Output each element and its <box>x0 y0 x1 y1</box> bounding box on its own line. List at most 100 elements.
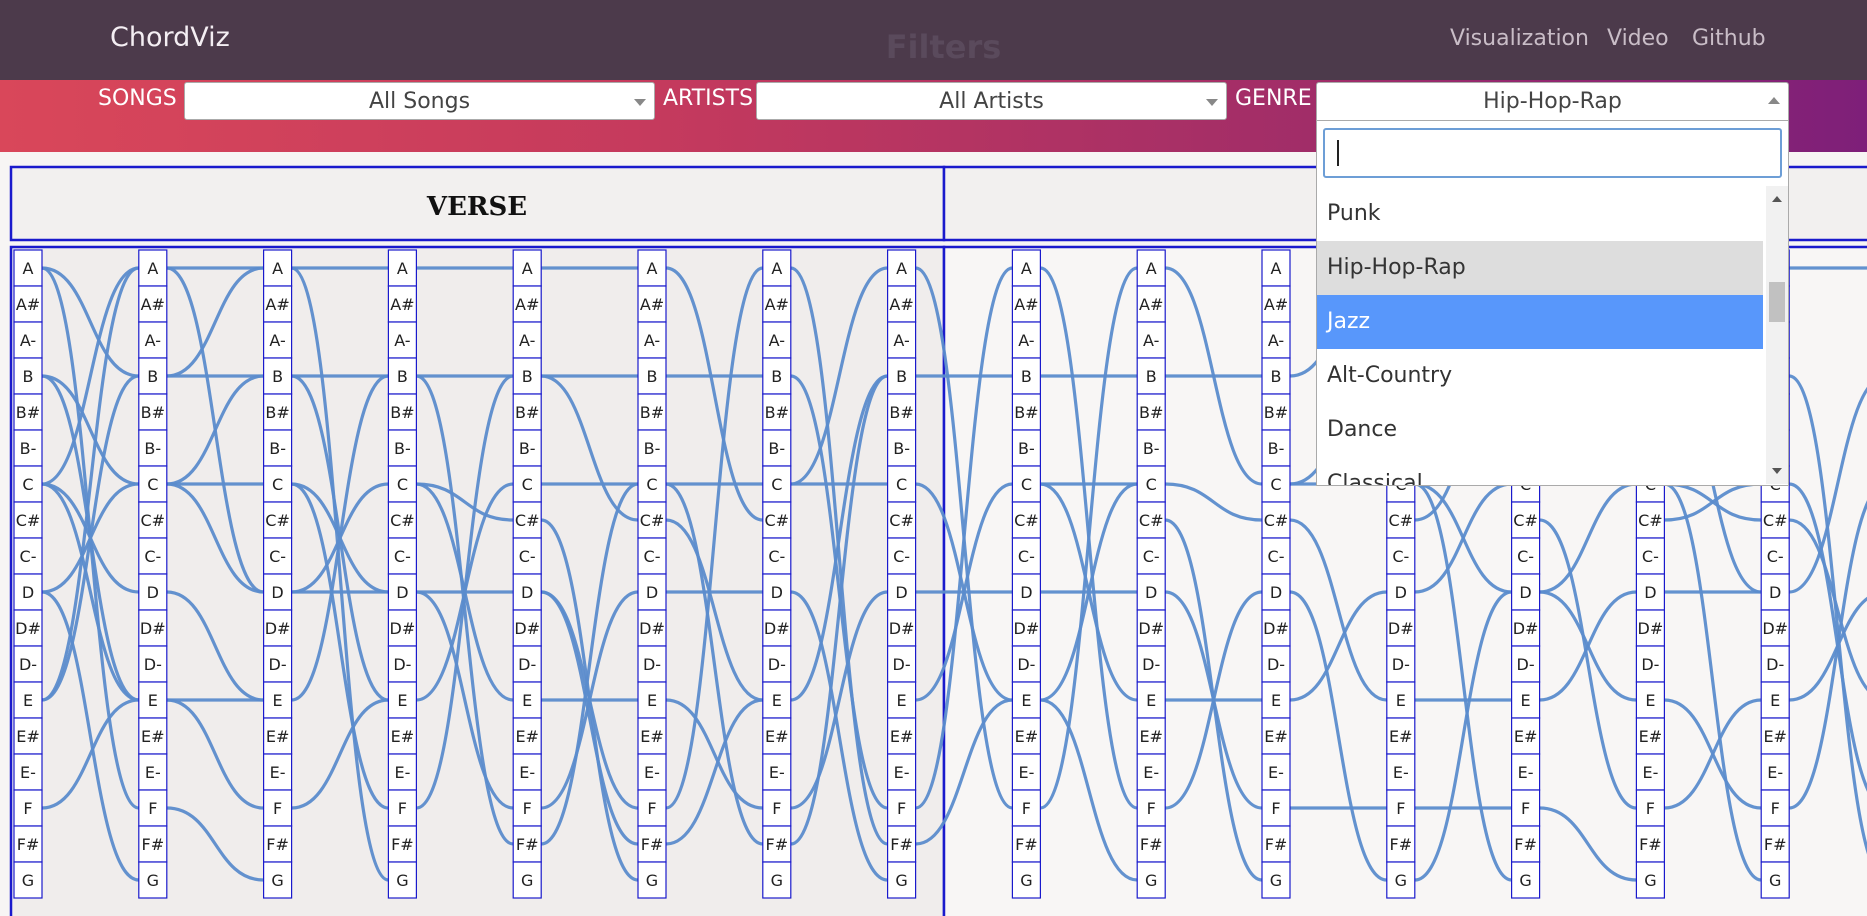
scroll-down-icon[interactable] <box>1772 468 1782 474</box>
chord-label: C <box>1021 475 1032 494</box>
chord-label: D- <box>269 655 287 674</box>
chord-label: F# <box>765 835 788 854</box>
chord-label: A- <box>20 331 36 350</box>
chord-label: A# <box>765 295 789 314</box>
chord-label: B <box>647 367 658 386</box>
chord-label: A <box>1271 259 1282 278</box>
chord-label: E- <box>20 763 36 782</box>
chord-label: F# <box>391 835 414 854</box>
nav-link-visualization[interactable]: Visualization <box>1450 26 1589 51</box>
chord-label: B- <box>144 439 161 458</box>
chord-label: F# <box>1265 835 1288 854</box>
chord-label: G <box>396 871 408 890</box>
chord-label: E- <box>1393 763 1409 782</box>
chord-label: A- <box>145 331 161 350</box>
chord-label: C# <box>1638 511 1663 530</box>
chord-label: A# <box>640 295 664 314</box>
chord-label: A- <box>394 331 410 350</box>
chord-label: D <box>22 583 34 602</box>
chord-label: F <box>1771 799 1780 818</box>
genre-option[interactable]: Punk <box>1317 187 1763 241</box>
genre-select[interactable]: Hip-Hop-Rap <box>1316 82 1789 122</box>
chord-label: B- <box>519 439 536 458</box>
chord-label: G <box>1270 871 1282 890</box>
chord-label: B# <box>765 403 789 422</box>
chord-label: E <box>647 691 657 710</box>
chord-label: A <box>23 259 34 278</box>
chord-column: A A# A- B B# B- C C# C- D D# D- E E# E- F F# G <box>263 249 293 899</box>
chord-label: G <box>1395 871 1407 890</box>
chord-label: E# <box>890 727 914 746</box>
chord-label: D <box>1145 583 1157 602</box>
chord-label: F <box>23 799 32 818</box>
chord-label: F <box>1147 799 1156 818</box>
chord-label: C# <box>390 511 415 530</box>
scrollbar-thumb[interactable] <box>1769 282 1785 322</box>
chord-label: F# <box>641 835 664 854</box>
chord-label: E <box>1521 691 1531 710</box>
chord-label: E# <box>1264 727 1288 746</box>
chord-column: A A# A- B B# B- C C# C- D D# D- E E# E- F F# G <box>886 249 917 899</box>
chord-label: B- <box>1018 439 1035 458</box>
scroll-up-icon[interactable] <box>1772 196 1782 202</box>
chord-label: G <box>646 871 658 890</box>
genre-search-input[interactable] <box>1323 128 1782 178</box>
chord-label: F <box>1022 799 1031 818</box>
chord-label: E- <box>894 763 910 782</box>
chord-label: F# <box>1514 835 1537 854</box>
chord-label: C# <box>1389 511 1414 530</box>
songs-select[interactable]: All Songs <box>184 82 655 120</box>
chord-label: G <box>1769 871 1781 890</box>
chord-label: E# <box>765 727 789 746</box>
chord-label: G <box>895 871 907 890</box>
chord-label: B# <box>1014 403 1038 422</box>
chord-column: A A# A- B B# B- C C# C- D D# D- E E# E- F F# G <box>1011 249 1042 899</box>
chord-label: B# <box>1139 403 1163 422</box>
chord-label: B# <box>515 403 539 422</box>
genre-option[interactable]: Jazz <box>1317 295 1763 349</box>
chord-label: C <box>522 475 533 494</box>
chord-label: F# <box>141 835 164 854</box>
genre-option[interactable]: Classical <box>1317 457 1763 485</box>
nav-link-github[interactable]: Github <box>1692 26 1766 51</box>
chord-column: A A# A- B B# B- C C# C- D D# D- E E# E- F F# G <box>512 249 542 899</box>
chord-label: D# <box>1762 619 1788 638</box>
chord-label: C# <box>1014 511 1039 530</box>
dropdown-scrollbar[interactable] <box>1766 186 1788 484</box>
genre-dropdown: Punk Hip-Hop-Rap Jazz Alt-Country Dance Class… <box>1316 120 1789 486</box>
chord-label: A# <box>889 295 913 314</box>
chord-label: D# <box>1513 619 1539 638</box>
chord-label: F <box>772 799 781 818</box>
chord-label: G <box>1644 871 1656 890</box>
chord-label: A <box>272 259 283 278</box>
chord-label: C- <box>1018 547 1035 566</box>
chord-label: B <box>1021 367 1032 386</box>
chord-label: A <box>397 259 408 278</box>
chord-label: B <box>272 367 283 386</box>
artists-select[interactable]: All Artists <box>756 82 1227 120</box>
chord-label: A <box>771 259 782 278</box>
chord-label: C# <box>265 511 290 530</box>
genre-option[interactable]: Dance <box>1317 403 1763 457</box>
chord-label: D# <box>1138 619 1164 638</box>
chord-column: A A# A- B B# B- C C# C- D D# D- E E# E- F F# G <box>387 249 417 899</box>
chord-label: D# <box>1388 619 1414 638</box>
genre-option[interactable]: Alt-Country <box>1317 349 1763 403</box>
nav-link-video[interactable]: Video <box>1607 26 1669 51</box>
genre-option[interactable]: Hip-Hop-Rap <box>1317 241 1763 295</box>
chord-label: E- <box>1518 763 1534 782</box>
chord-label: D <box>1519 583 1531 602</box>
chord-label: G <box>147 871 159 890</box>
chord-label: D <box>646 583 658 602</box>
chord-label: A# <box>16 295 40 314</box>
chord-label: C- <box>1392 547 1409 566</box>
genre-label: GENRE <box>1235 86 1312 111</box>
chord-label: C <box>397 475 408 494</box>
chord-label: D- <box>1641 655 1659 674</box>
chord-label: C# <box>16 511 41 530</box>
chord-label: E- <box>1642 763 1658 782</box>
chord-label: E <box>1396 691 1406 710</box>
chord-label: E- <box>394 763 410 782</box>
chord-label: C- <box>1642 547 1659 566</box>
chord-column: A A# A- B B# B- C C# C- D D# D- E E# E- F F# G <box>1261 249 1291 899</box>
